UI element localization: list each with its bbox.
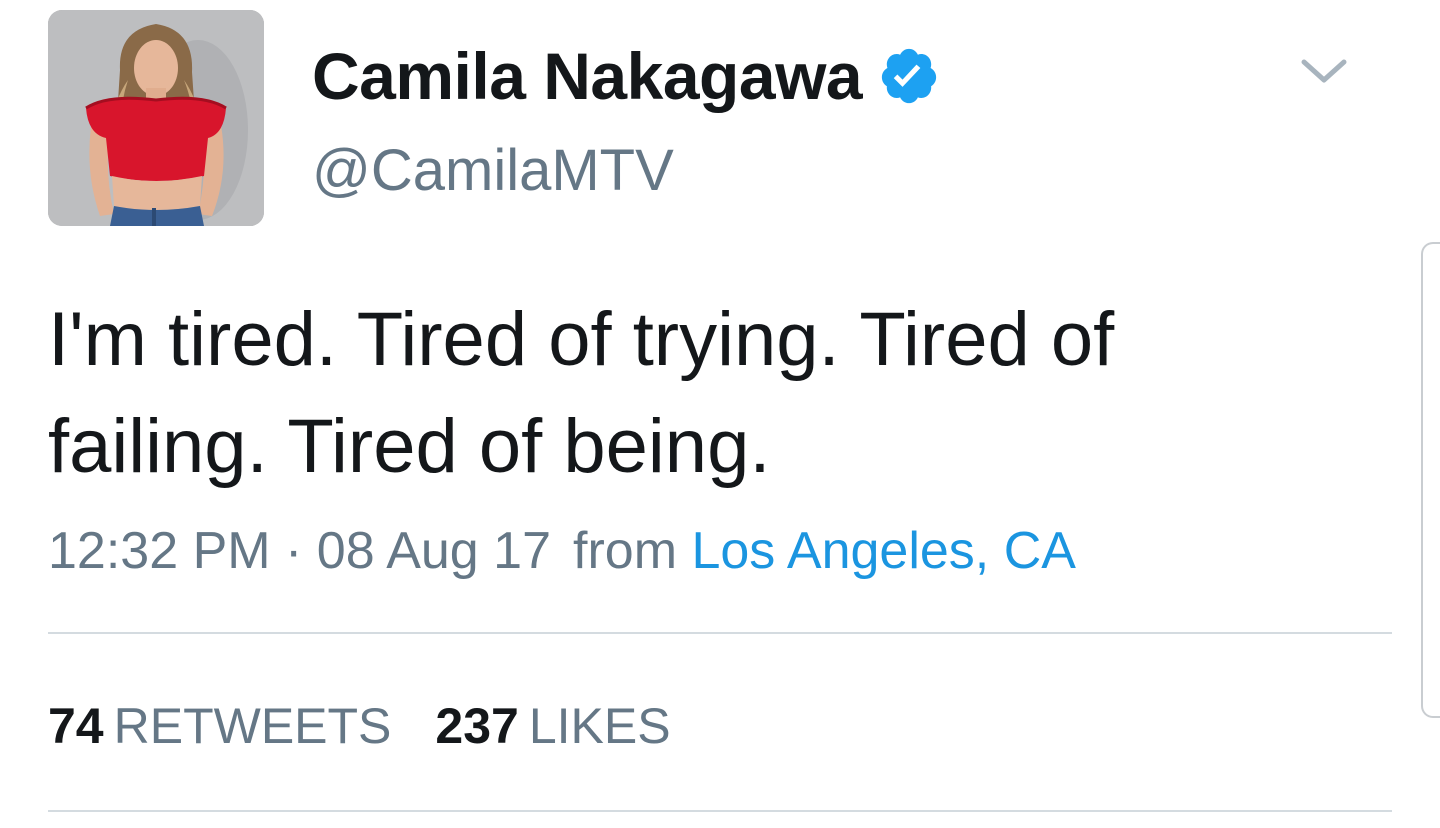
scrollbar-edge[interactable] bbox=[1421, 242, 1440, 718]
profile-photo bbox=[48, 10, 264, 226]
retweets-stat[interactable]: 74 RETWEETS bbox=[48, 698, 391, 754]
avatar[interactable] bbox=[48, 10, 264, 226]
author-row: Camila Nakagawa bbox=[312, 36, 940, 116]
divider bbox=[48, 810, 1392, 812]
timestamp[interactable]: 12:32 PM · 08 Aug 17 bbox=[48, 522, 551, 580]
author-handle[interactable]: @CamilaMTV bbox=[312, 136, 674, 206]
from-label: from bbox=[573, 522, 678, 580]
engagement-stats: 74 RETWEETS 237 LIKES bbox=[48, 694, 671, 758]
likes-label: LIKES bbox=[528, 698, 671, 754]
display-name[interactable]: Camila Nakagawa bbox=[312, 36, 863, 116]
likes-stat[interactable]: 237 LIKES bbox=[435, 698, 670, 754]
tweet-meta: 12:32 PM · 08 Aug 17 from Los Angeles, CA bbox=[48, 520, 1076, 582]
retweets-count: 74 bbox=[48, 698, 104, 754]
location-link[interactable]: Los Angeles, CA bbox=[691, 522, 1075, 580]
chevron-down-icon[interactable] bbox=[1298, 50, 1350, 90]
tweet-text: I'm tired. Tired of trying. Tired of fai… bbox=[48, 297, 1115, 489]
divider bbox=[48, 632, 1392, 634]
likes-count: 237 bbox=[435, 698, 519, 754]
verified-badge-icon bbox=[878, 45, 940, 107]
retweets-label: RETWEETS bbox=[113, 698, 392, 754]
